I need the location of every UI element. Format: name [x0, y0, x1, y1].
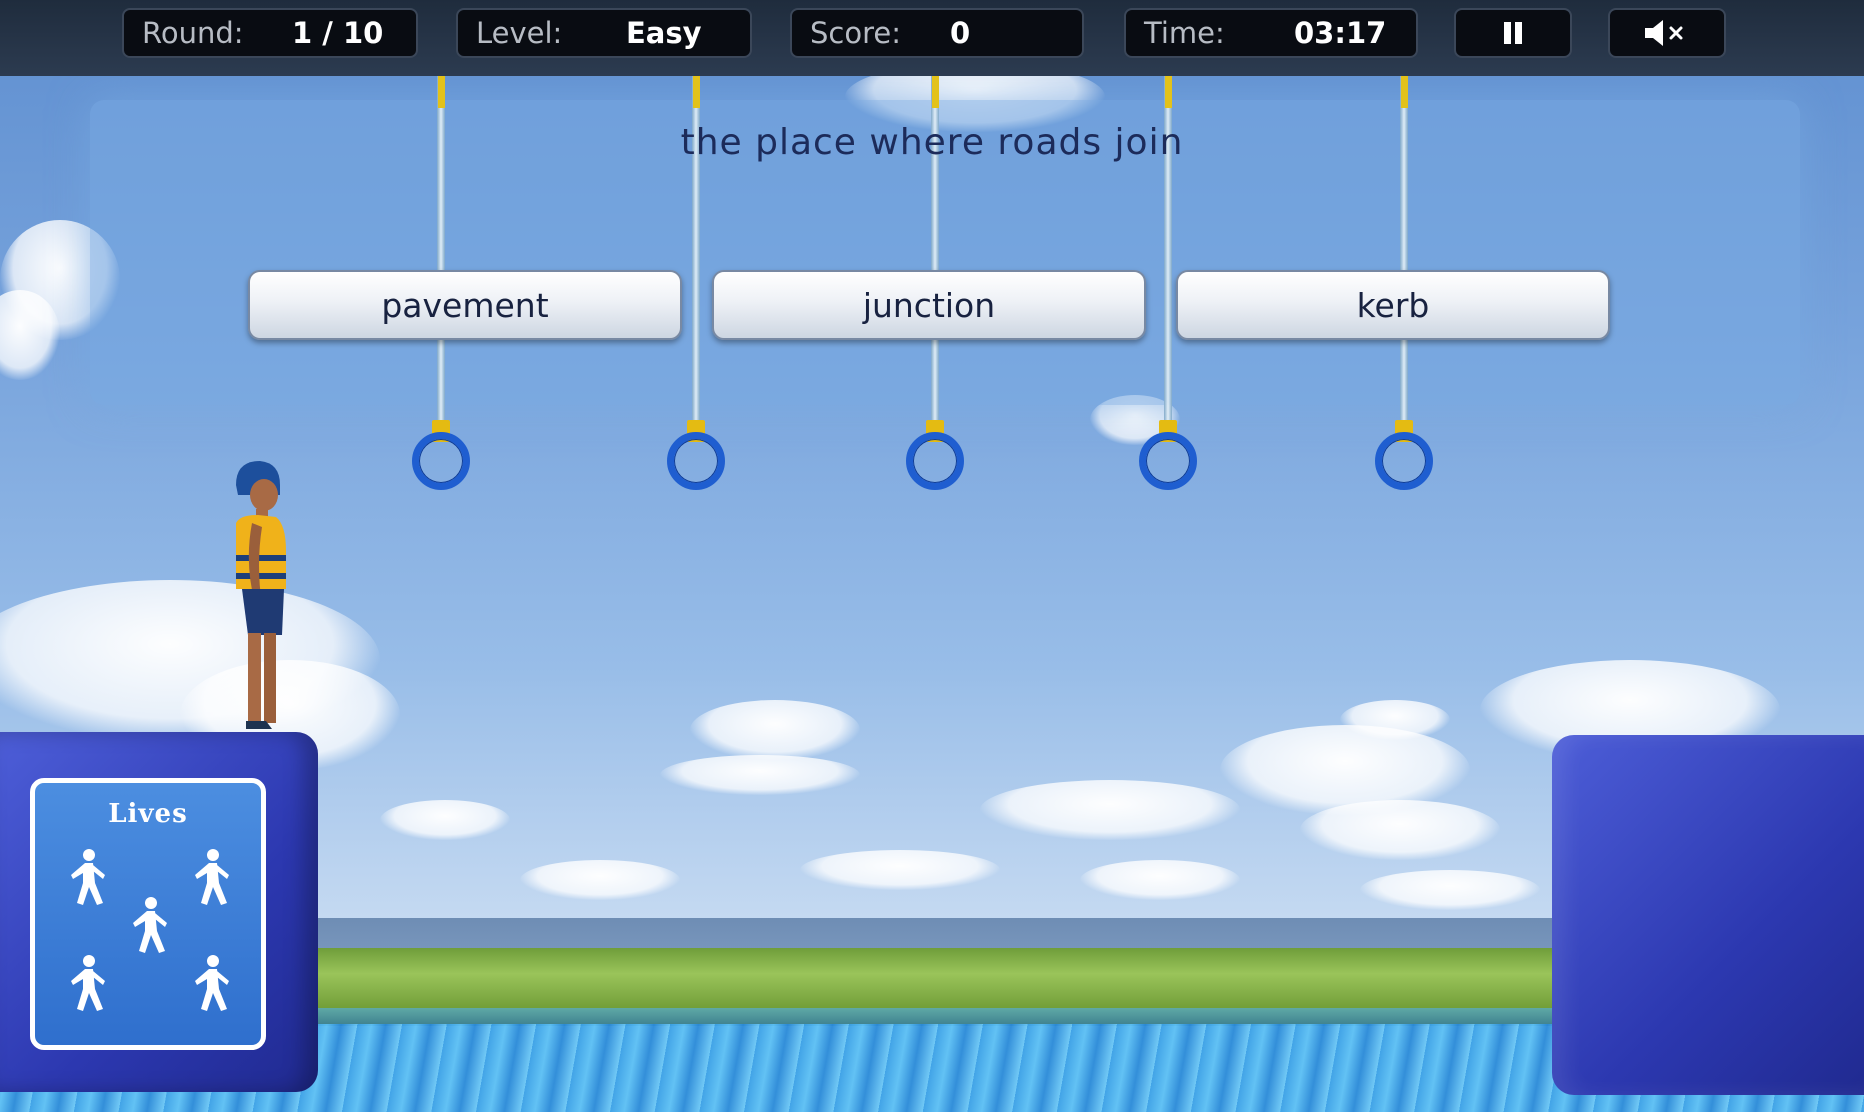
- speaker-muted-icon: [1645, 20, 1683, 46]
- round-value: 1 / 10: [292, 16, 384, 50]
- ring-icon: [1139, 432, 1197, 490]
- cloud: [380, 800, 510, 840]
- ring-icon: [412, 432, 470, 490]
- running-person-icon: [133, 897, 167, 953]
- time-label: Time:: [1144, 16, 1225, 50]
- pause-button[interactable]: [1454, 8, 1572, 58]
- level-label: Level:: [476, 16, 563, 50]
- running-person-icon: [195, 955, 229, 1011]
- mute-button[interactable]: [1608, 8, 1726, 58]
- lives-title: Lives: [108, 799, 188, 829]
- time-value: 03:17: [1294, 16, 1387, 50]
- cloud: [980, 780, 1240, 840]
- game-scene: the place where roads join pavement junc…: [0, 0, 1864, 1112]
- cloud: [1080, 860, 1240, 900]
- ring-icon: [667, 432, 725, 490]
- cloud: [800, 850, 1000, 890]
- cloud: [1360, 870, 1540, 910]
- running-person-icon: [71, 849, 105, 905]
- level-value: Easy: [626, 16, 702, 50]
- round-label: Round:: [142, 16, 244, 50]
- question-text: the place where roads join: [680, 122, 1184, 163]
- cloud: [690, 700, 860, 760]
- time-display: Time: 03:17: [1124, 8, 1418, 58]
- answer-button-junction[interactable]: junction: [712, 270, 1146, 340]
- answer-button-pavement[interactable]: pavement: [248, 270, 682, 340]
- lives-panel: Lives: [30, 778, 266, 1050]
- score-value: 0: [950, 16, 971, 50]
- running-person-icon: [195, 849, 229, 905]
- goal-platform: [1552, 735, 1864, 1095]
- ring-icon: [906, 432, 964, 490]
- round-display: Round: 1 / 10: [122, 8, 418, 58]
- running-person-icon: [71, 955, 105, 1011]
- cloud: [520, 860, 680, 900]
- player-character: [236, 461, 286, 729]
- cloud: [1300, 800, 1500, 860]
- cloud: [660, 755, 860, 795]
- score-display: Score: 0: [790, 8, 1084, 58]
- cloud: [1340, 700, 1450, 740]
- level-display: Level: Easy: [456, 8, 752, 58]
- pause-icon: [1504, 22, 1522, 44]
- answer-button-kerb[interactable]: kerb: [1176, 270, 1610, 340]
- score-label: Score:: [810, 16, 901, 50]
- ring-icon: [1375, 432, 1433, 490]
